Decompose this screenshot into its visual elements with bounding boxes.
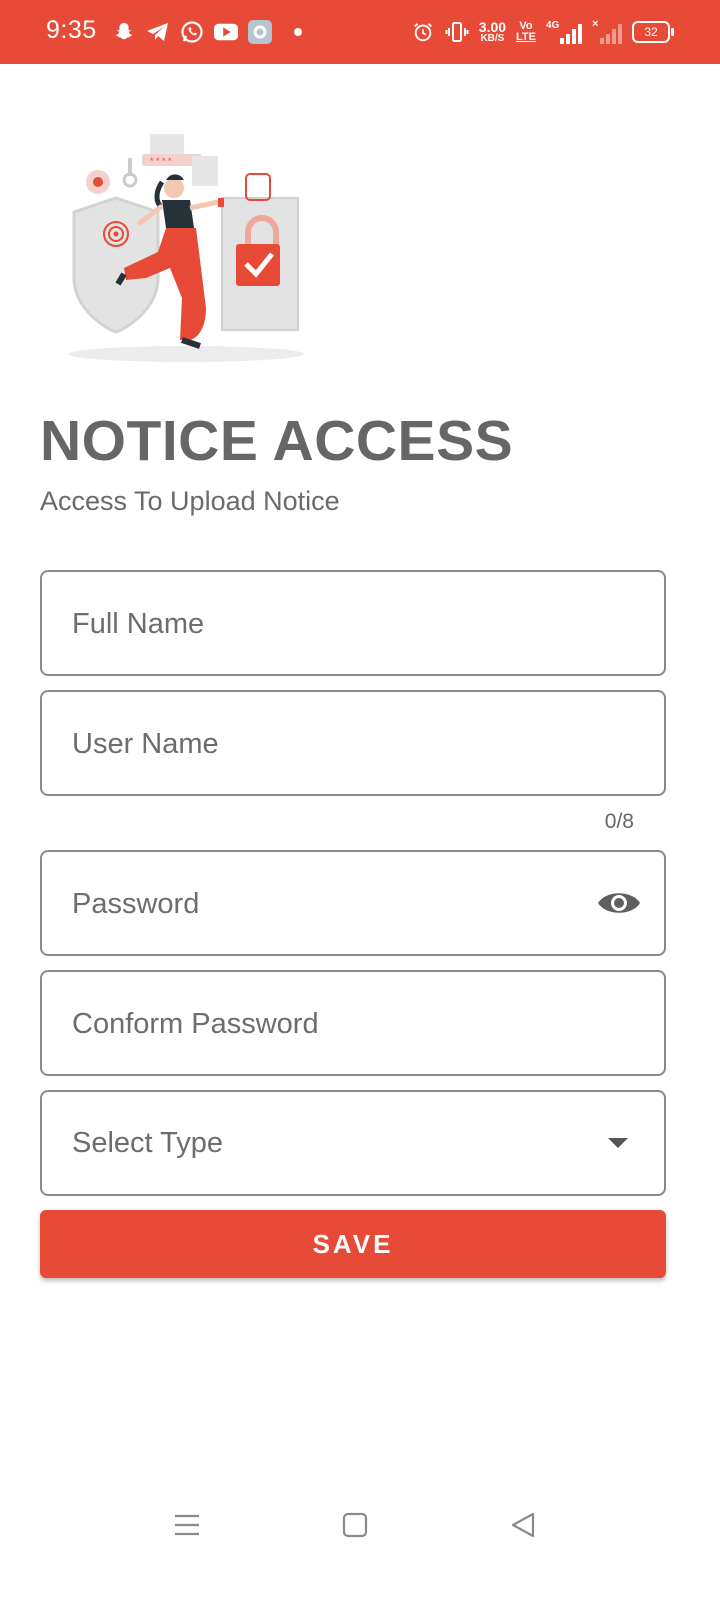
battery-icon: 32 — [632, 21, 674, 43]
telegram-icon — [146, 20, 170, 44]
snapchat-icon — [112, 20, 136, 44]
confirm-password-field[interactable] — [40, 970, 666, 1076]
system-navigation-bar — [0, 1490, 720, 1560]
save-button[interactable]: SAVE — [40, 1210, 666, 1278]
battery-level: 32 — [644, 25, 658, 39]
security-illustration: * * * * — [66, 128, 316, 368]
password-field[interactable] — [40, 850, 666, 956]
back-icon[interactable] — [508, 1510, 538, 1540]
vibrate-icon — [445, 20, 469, 44]
user-name-field[interactable] — [40, 690, 666, 796]
svg-text:* * * *: * * * * — [150, 156, 172, 166]
dropdown-arrow-icon — [608, 1138, 628, 1148]
status-time: 9:35 — [46, 16, 97, 44]
volte-indicator: Vo LTE — [516, 20, 536, 43]
more-notifications-dot — [294, 28, 302, 36]
select-type-label: Select Type — [72, 1127, 224, 1159]
recent-apps-icon[interactable] — [172, 1510, 202, 1540]
user-name-input[interactable] — [70, 692, 594, 796]
home-icon[interactable] — [340, 1510, 370, 1540]
confirm-password-input[interactable] — [70, 972, 594, 1076]
user-name-char-counter: 0/8 — [604, 810, 634, 833]
select-type-dropdown[interactable]: Select Type — [40, 1090, 666, 1196]
youtube-icon — [214, 20, 238, 44]
page-subtitle: Access To Upload Notice — [40, 486, 340, 516]
network-speed: 3.00 KB/S — [478, 19, 507, 44]
notification-icons — [112, 18, 302, 46]
system-icons: 3.00 KB/S Vo LTE 4G × 32 — [411, 16, 674, 48]
full-name-field[interactable] — [40, 570, 666, 676]
alarm-icon — [411, 20, 435, 44]
whatsapp-icon — [180, 20, 204, 44]
password-input[interactable] — [70, 852, 554, 956]
full-name-input[interactable] — [70, 572, 594, 676]
page-title: NOTICE ACCESS — [40, 409, 514, 473]
signal-icon: 4G — [546, 20, 582, 44]
status-bar: 9:35 3.00 KB/S Vo LTE 4G × 32 — [0, 0, 720, 64]
show-password-eye-icon[interactable] — [596, 886, 642, 920]
settings-app-icon — [248, 20, 272, 44]
signal-no-service-icon: × — [592, 18, 622, 44]
